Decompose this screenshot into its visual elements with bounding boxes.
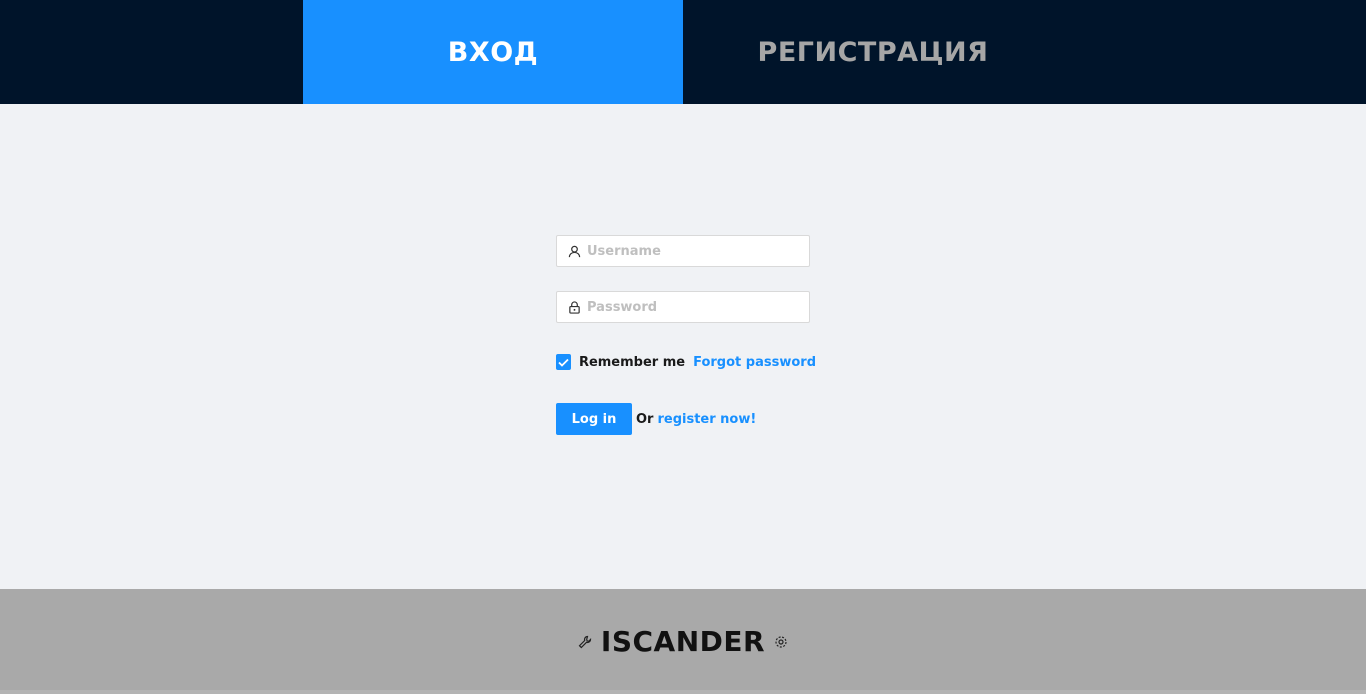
forgot-password-link[interactable]: Forgot password — [693, 355, 816, 370]
password-field[interactable] — [556, 291, 810, 323]
footer: ISCANDER — [0, 589, 1366, 694]
gear-icon — [773, 634, 789, 650]
login-row: Log in Or register now! — [556, 403, 756, 435]
remember-checkbox[interactable] — [556, 354, 571, 370]
check-icon — [558, 358, 569, 367]
top-nav: ВХОД РЕГИСТРАЦИЯ — [0, 0, 1366, 104]
register-now-link[interactable]: register now! — [657, 412, 756, 427]
remember-label: Remember me — [578, 354, 686, 370]
username-field[interactable] — [556, 235, 810, 267]
login-button[interactable]: Log in — [556, 403, 632, 435]
remember-row: Remember me Forgot password — [556, 353, 816, 371]
lock-icon — [567, 300, 581, 314]
or-text: Or — [636, 411, 654, 427]
wrench-icon — [577, 634, 593, 650]
username-input[interactable] — [587, 243, 797, 259]
user-icon — [567, 244, 581, 258]
brand: ISCANDER — [0, 625, 1366, 658]
main-area — [0, 104, 1366, 589]
footer-divider — [0, 690, 1366, 694]
password-input[interactable] — [587, 299, 797, 315]
tab-register[interactable]: РЕГИСТРАЦИЯ — [683, 0, 1063, 104]
brand-name: ISCANDER — [600, 625, 766, 658]
tab-login[interactable]: ВХОД — [303, 0, 683, 104]
